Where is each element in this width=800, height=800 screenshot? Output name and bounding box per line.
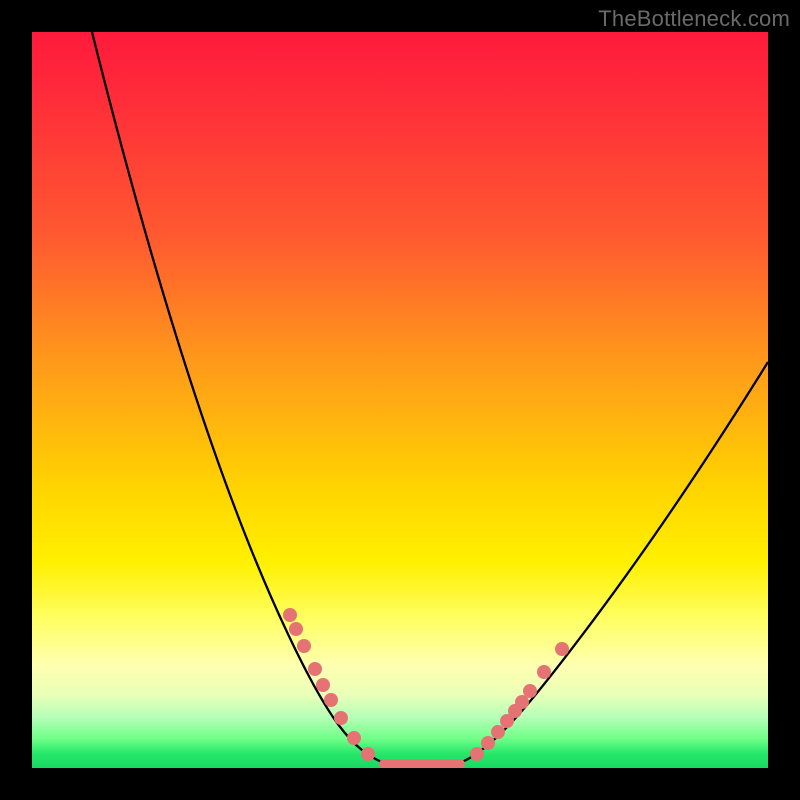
bead [334,711,348,725]
bead [297,639,311,653]
bead [289,622,303,636]
beads-right [470,642,569,761]
bead [283,608,297,622]
bead [523,684,537,698]
plot-area [32,32,768,768]
bead [347,731,361,745]
bead [555,642,569,656]
bead [537,665,551,679]
outer-frame: TheBottleneck.com [0,0,800,800]
curve-path [92,32,768,768]
bead [470,747,484,761]
bead [361,747,375,761]
bead [481,736,495,750]
beads-left [283,608,375,761]
bead [316,678,330,692]
bead [308,662,322,676]
bottleneck-curve [32,32,768,768]
watermark-text: TheBottleneck.com [598,6,790,32]
bead [491,725,505,739]
bead [324,693,338,707]
